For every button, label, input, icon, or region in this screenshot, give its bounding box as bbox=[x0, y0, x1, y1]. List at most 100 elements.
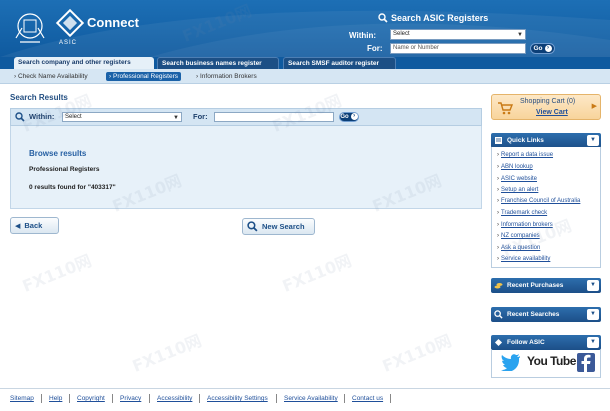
footer-link-sitemap[interactable]: Sitemap bbox=[10, 395, 34, 402]
back-label: Back bbox=[24, 221, 43, 230]
quick-links-header[interactable]: Quick Links ▼ bbox=[491, 133, 601, 148]
footer-divider bbox=[149, 394, 150, 403]
quick-link-asic-website[interactable]: ASIC website bbox=[497, 176, 537, 182]
twitter-icon[interactable] bbox=[501, 354, 521, 371]
facebook-icon[interactable] bbox=[577, 353, 595, 372]
within-select[interactable]: Select ▼ bbox=[62, 112, 182, 122]
for-label: For: bbox=[193, 112, 208, 121]
footer-divider bbox=[344, 394, 345, 403]
footer-divider bbox=[41, 394, 42, 403]
chevron-down-icon: ▼ bbox=[173, 115, 179, 121]
subnav-check-name[interactable]: › Check Name Availability bbox=[14, 72, 88, 81]
go-button[interactable]: Go › bbox=[339, 112, 359, 122]
search-registers-heading: Search ASIC Registers bbox=[378, 13, 488, 23]
search-registers-title: Search ASIC Registers bbox=[391, 13, 489, 23]
follow-asic-header: Follow ASIC ▼ bbox=[491, 335, 601, 350]
footer-link-copyright[interactable]: Copyright bbox=[77, 395, 105, 402]
arrow-left-icon: ◀ bbox=[15, 222, 21, 230]
recent-purchases-title: Recent Purchases bbox=[507, 282, 564, 289]
subnav-label: Information Brokers bbox=[199, 73, 257, 80]
chevron-down-icon[interactable]: ▼ bbox=[587, 309, 599, 320]
footer-link-service-availability[interactable]: Service Availability bbox=[284, 395, 338, 402]
recent-purchases-header[interactable]: Recent Purchases ▼ bbox=[491, 278, 601, 293]
footer-divider bbox=[69, 394, 70, 403]
search-icon bbox=[247, 221, 258, 232]
header-for-label: For: bbox=[367, 44, 383, 53]
quick-link-trademark-check[interactable]: Trademark check bbox=[497, 210, 547, 216]
chevron-down-icon[interactable]: ▼ bbox=[587, 135, 599, 146]
arrow-right-icon: › bbox=[350, 113, 358, 120]
subnav-professional-registers[interactable]: › Professional Registers bbox=[106, 72, 182, 81]
quick-link-report-data[interactable]: Report a data issue bbox=[497, 152, 553, 158]
chevron-down-icon[interactable]: ▼ bbox=[587, 337, 599, 348]
header-search-input[interactable]: Name or Number bbox=[390, 43, 526, 54]
asic-logo-icon bbox=[494, 338, 503, 347]
page-title: Search Results bbox=[10, 93, 68, 102]
shopping-cart-icon bbox=[498, 102, 513, 115]
back-button[interactable]: ◀ Back bbox=[10, 217, 59, 234]
follow-asic-title: Follow ASIC bbox=[507, 339, 545, 346]
search-input[interactable] bbox=[214, 112, 334, 122]
asic-label: ASIC bbox=[59, 40, 78, 46]
results-panel: Browse results Professional Registers 0 … bbox=[10, 126, 482, 209]
footer-link-privacy[interactable]: Privacy bbox=[120, 395, 141, 402]
tab-company-registers[interactable]: Search company and other registers bbox=[14, 57, 154, 69]
quick-link-ask-question[interactable]: Ask a question bbox=[497, 245, 540, 251]
quick-links-list: Report a data issue ABN lookup ASIC webs… bbox=[491, 147, 601, 268]
footer-divider bbox=[199, 394, 200, 403]
quick-link-abn-lookup[interactable]: ABN lookup bbox=[497, 164, 533, 170]
watermark: FX110网 bbox=[279, 250, 355, 296]
go-label: Go bbox=[340, 114, 349, 121]
site-footer: Sitemap Help Copyright Privacy Accessibi… bbox=[0, 388, 610, 411]
footer-link-help[interactable]: Help bbox=[49, 395, 62, 402]
list-icon bbox=[495, 137, 502, 144]
brand-title[interactable]: Connect bbox=[87, 15, 139, 30]
tab-business-names[interactable]: Search business names register bbox=[157, 57, 279, 69]
header-within-label: Within: bbox=[349, 31, 377, 40]
recent-searches-header[interactable]: Recent Searches ▼ bbox=[491, 307, 601, 322]
header-go-button[interactable]: Go › bbox=[530, 43, 555, 54]
search-icon bbox=[378, 13, 388, 23]
sub-navigation: › Check Name Availability › Professional… bbox=[0, 69, 610, 84]
coins-icon bbox=[494, 283, 503, 289]
watermark: FX110网 bbox=[129, 330, 205, 376]
quick-link-information-brokers[interactable]: Information brokers bbox=[497, 222, 553, 228]
shopping-cart-box: Shopping Cart (0) View Cart ▶ bbox=[491, 94, 601, 120]
subnav-information-brokers[interactable]: › Information Brokers bbox=[196, 72, 257, 81]
quick-link-service-availability[interactable]: Service availability bbox=[497, 256, 550, 262]
footer-divider bbox=[112, 394, 113, 403]
cart-title: Shopping Cart (0) bbox=[520, 98, 576, 105]
tab-smsf-auditor[interactable]: Search SMSF auditor register bbox=[283, 57, 396, 69]
quick-link-nz-companies[interactable]: NZ companies bbox=[497, 233, 540, 239]
footer-link-contact-us[interactable]: Contact us bbox=[352, 395, 383, 402]
social-links: You Tube bbox=[491, 350, 601, 378]
footer-link-accessibility-settings[interactable]: Accessibility Settings bbox=[207, 395, 268, 402]
quick-link-setup-alert[interactable]: Setup an alert bbox=[497, 187, 538, 193]
chevron-right-icon: ▶ bbox=[591, 103, 597, 110]
search-icon bbox=[494, 310, 503, 319]
asic-logo-icon bbox=[55, 8, 85, 38]
search-form: Within: Select ▼ For: Go › bbox=[10, 108, 482, 126]
new-search-label: New Search bbox=[262, 222, 305, 231]
watermark: FX110网 bbox=[379, 330, 455, 376]
watermark: FX110网 bbox=[19, 250, 95, 296]
quick-links-title: Quick Links bbox=[507, 137, 544, 144]
header-within-select[interactable]: Select ▼ bbox=[390, 29, 526, 40]
within-label: Within: bbox=[29, 112, 55, 121]
register-name: Professional Registers bbox=[29, 166, 100, 173]
chevron-down-icon[interactable]: ▼ bbox=[587, 280, 599, 291]
site-header: ASIC Connect Search ASIC Registers Withi… bbox=[0, 0, 610, 57]
youtube-text: You Tube bbox=[527, 354, 576, 368]
quick-link-franchise-council[interactable]: Franchise Council of Australia bbox=[497, 198, 580, 204]
view-cart-link[interactable]: View Cart bbox=[536, 109, 568, 116]
footer-link-accessibility[interactable]: Accessibility bbox=[157, 395, 192, 402]
arrow-right-icon: › bbox=[544, 44, 552, 52]
recent-searches-title: Recent Searches bbox=[507, 311, 560, 318]
new-search-button[interactable]: New Search bbox=[242, 218, 315, 235]
coat-of-arms-icon bbox=[15, 13, 45, 43]
header-within-value: Select bbox=[393, 31, 410, 37]
browse-heading: Browse results bbox=[29, 149, 87, 158]
results-count: 0 results found for "403317" bbox=[29, 184, 116, 191]
within-value: Select bbox=[65, 114, 82, 120]
youtube-icon[interactable]: You Tube bbox=[527, 354, 576, 368]
